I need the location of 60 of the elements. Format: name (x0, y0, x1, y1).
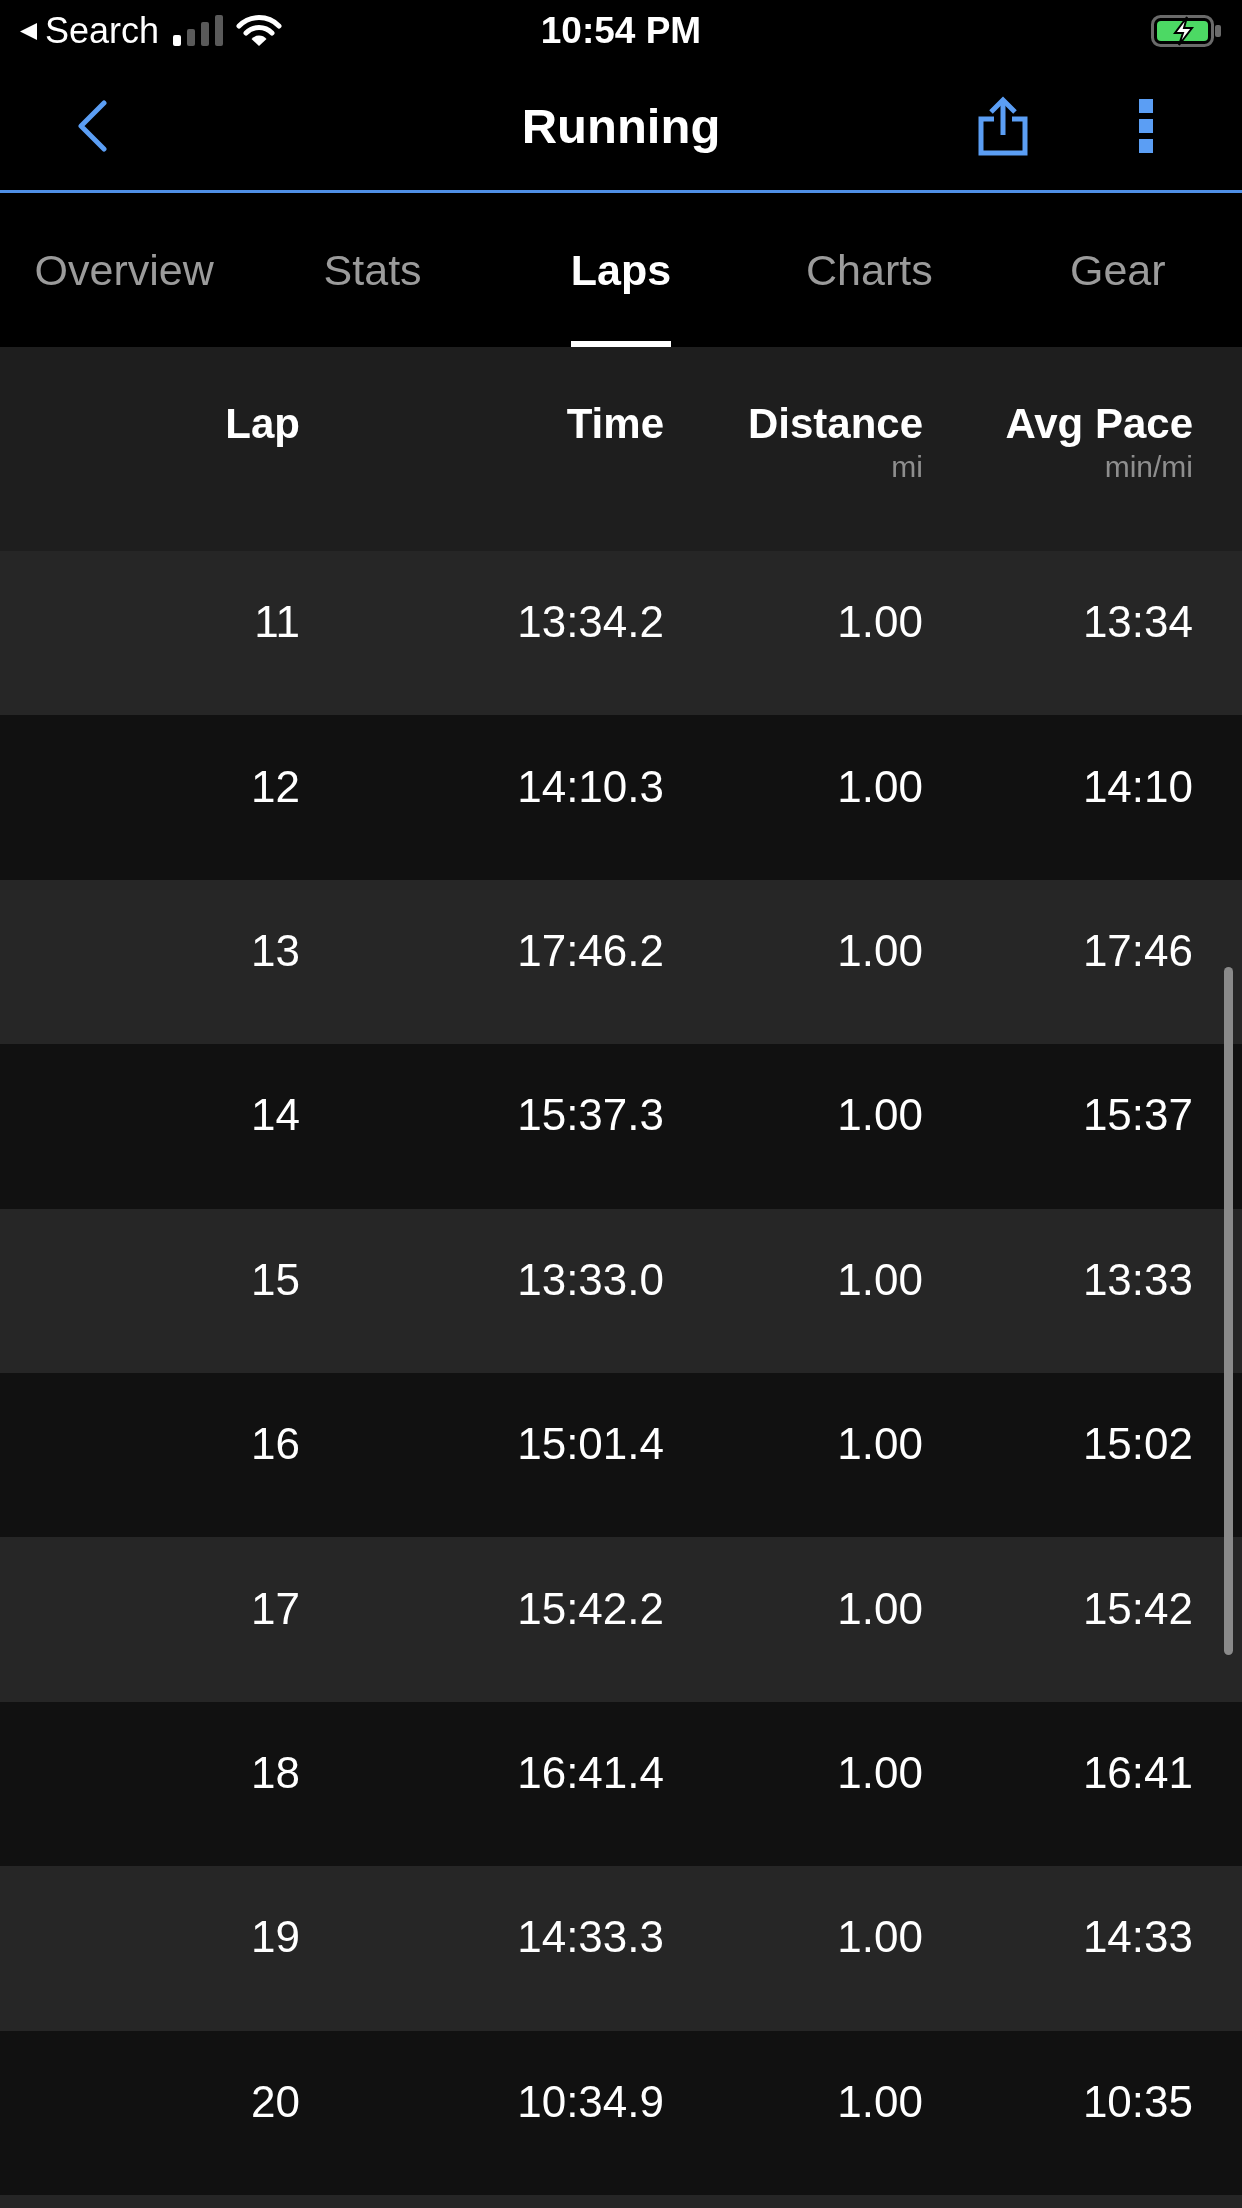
table-cell: 1.00 (837, 1418, 923, 1471)
table-cell: 16 (251, 1418, 300, 1471)
more-icon[interactable] (1139, 99, 1153, 153)
back-link[interactable]: Search (45, 10, 160, 52)
table-cell: 1.00 (837, 924, 923, 977)
table-cell: 16:41 (1082, 1746, 1193, 1799)
table-cell: 14 (251, 1089, 300, 1142)
signal-icon (173, 15, 224, 47)
table-cell: 14:33 (1082, 1911, 1193, 1964)
table-cell: 15:01.4 (517, 1418, 664, 1471)
tab[interactable]: Gear (1070, 193, 1166, 347)
column-header: Avg Pace (1005, 399, 1193, 449)
column-header: Time (566, 399, 664, 449)
back-icon[interactable] (20, 22, 37, 40)
tab[interactable]: Stats (323, 193, 422, 347)
table-cell: 1.00 (837, 1911, 923, 1964)
table-cell: 17:46.2 (517, 924, 664, 977)
table-cell: 16:41.4 (517, 1746, 664, 1799)
table-cell: 10:35 (1082, 2075, 1193, 2128)
table-cell: 15:02 (1082, 1418, 1193, 1471)
table-cell: 1.00 (837, 2075, 923, 2128)
table-cell: 13:33 (1082, 1253, 1193, 1306)
table-cell: 15:42.2 (517, 1582, 664, 1635)
table-cell: 13:34.2 (517, 596, 664, 649)
table-cell: 1.00 (837, 1253, 923, 1306)
table-cell: 15:37.3 (517, 1089, 664, 1142)
tab[interactable]: Overview (34, 193, 214, 347)
table-cell: 15 (251, 1253, 300, 1306)
table-cell: 15:37 (1082, 1089, 1193, 1142)
table-cell: 18 (251, 1746, 300, 1799)
column-header: Distance (747, 399, 923, 449)
table-cell: 19 (251, 1911, 300, 1964)
battery-icon (1151, 15, 1223, 47)
clock-time: 10:54 PM (540, 10, 702, 52)
back-icon[interactable] (76, 100, 108, 152)
table-cell: 17 (251, 1582, 300, 1635)
wifi-icon (236, 15, 283, 47)
table-cell: 12 (251, 760, 300, 813)
table-cell: 14:10.3 (517, 760, 664, 813)
screen-title: Running (521, 98, 721, 154)
table-cell: 14:10 (1082, 760, 1193, 813)
table-cell: 1.00 (837, 596, 923, 649)
column-header: Lap (225, 399, 300, 449)
table-cell: 1.00 (837, 1089, 923, 1142)
table-cell: 1.00 (837, 1582, 923, 1635)
table-cell: 13:34 (1082, 596, 1193, 649)
unit-label: mi (891, 449, 923, 485)
table-cell: 13 (251, 924, 300, 977)
tab[interactable]: Charts (806, 193, 933, 347)
table-cell: 10:34.9 (517, 2075, 664, 2128)
table-cell: 11 (254, 596, 300, 649)
share-icon[interactable] (978, 96, 1028, 156)
table-cell: 17:46 (1082, 924, 1193, 977)
table-cell: 20 (251, 2075, 300, 2128)
table-cell: 14:33.3 (517, 1911, 664, 1964)
table-cell: 15:42 (1082, 1582, 1193, 1635)
table-cell: 1.00 (837, 1746, 923, 1799)
table-cell: 13:33.0 (517, 1253, 664, 1306)
unit-label: min/mi (1104, 449, 1193, 485)
table-cell: 1.00 (837, 760, 923, 813)
